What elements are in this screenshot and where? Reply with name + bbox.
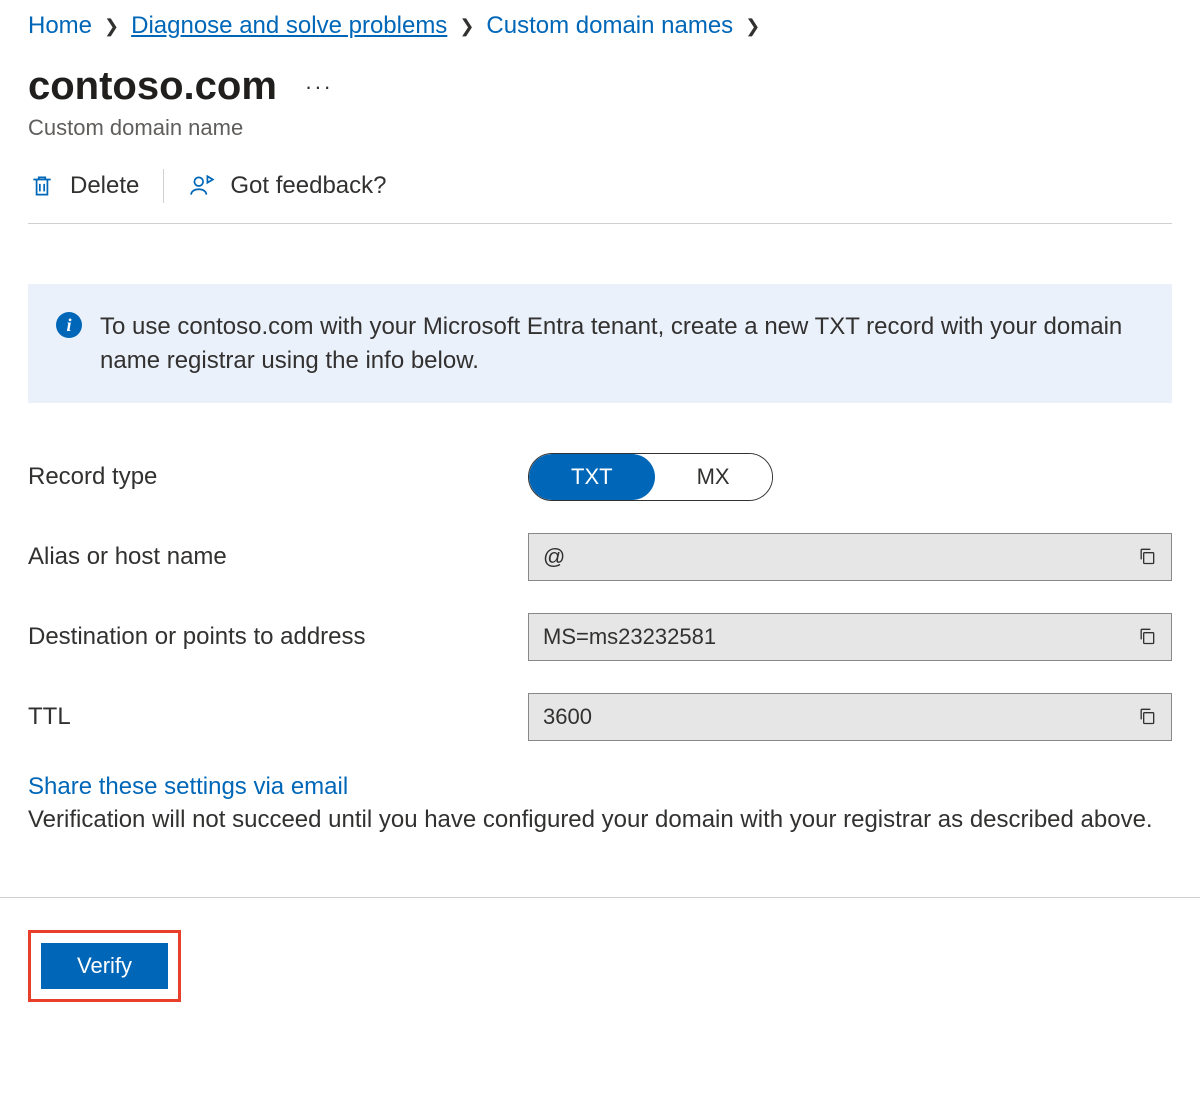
- destination-input[interactable]: [529, 624, 1127, 650]
- record-type-toggle: TXT MX: [528, 453, 773, 501]
- destination-label: Destination or points to address: [28, 623, 528, 651]
- copy-alias-button[interactable]: [1127, 537, 1167, 577]
- copy-ttl-button[interactable]: [1127, 697, 1167, 737]
- breadcrumb: Home ❯ Diagnose and solve problems ❯ Cus…: [28, 12, 1172, 40]
- chevron-right-icon: ❯: [745, 16, 760, 37]
- toolbar-divider: [163, 169, 164, 203]
- breadcrumb-diagnose[interactable]: Diagnose and solve problems: [131, 12, 447, 40]
- feedback-button-label: Got feedback?: [230, 172, 386, 200]
- feedback-button[interactable]: Got feedback?: [188, 172, 386, 200]
- copy-icon: [1137, 626, 1157, 649]
- verification-hint: Verification will not succeed until you …: [28, 803, 1172, 837]
- record-type-label: Record type: [28, 463, 528, 491]
- ttl-input[interactable]: [529, 704, 1127, 730]
- copy-icon: [1137, 546, 1157, 569]
- info-banner-text: To use contoso.com with your Microsoft E…: [100, 310, 1144, 377]
- page-subtitle: Custom domain name: [28, 115, 1172, 141]
- more-menu-button[interactable]: ···: [305, 74, 333, 100]
- verify-highlight: Verify: [28, 930, 181, 1002]
- alias-field: [528, 533, 1172, 581]
- info-icon: i: [56, 312, 82, 338]
- page-title: contoso.com: [28, 64, 277, 109]
- verify-button[interactable]: Verify: [41, 943, 168, 989]
- alias-input[interactable]: [529, 544, 1127, 570]
- copy-icon: [1137, 706, 1157, 729]
- copy-destination-button[interactable]: [1127, 617, 1167, 657]
- share-settings-link[interactable]: Share these settings via email: [28, 773, 348, 800]
- ttl-label: TTL: [28, 703, 528, 731]
- toolbar: Delete Got feedback?: [28, 169, 1172, 224]
- destination-field: [528, 613, 1172, 661]
- record-type-mx[interactable]: MX: [655, 454, 772, 500]
- breadcrumb-custom-domains[interactable]: Custom domain names: [486, 12, 733, 40]
- record-type-txt[interactable]: TXT: [529, 454, 655, 500]
- chevron-right-icon: ❯: [104, 16, 119, 37]
- footer-divider: [0, 897, 1200, 898]
- info-banner: i To use contoso.com with your Microsoft…: [28, 284, 1172, 403]
- alias-label: Alias or host name: [28, 543, 528, 571]
- feedback-icon: [188, 172, 216, 200]
- breadcrumb-home[interactable]: Home: [28, 12, 92, 40]
- delete-button-label: Delete: [70, 172, 139, 200]
- ttl-field: [528, 693, 1172, 741]
- chevron-right-icon: ❯: [459, 16, 474, 37]
- trash-icon: [28, 172, 56, 200]
- delete-button[interactable]: Delete: [28, 172, 139, 200]
